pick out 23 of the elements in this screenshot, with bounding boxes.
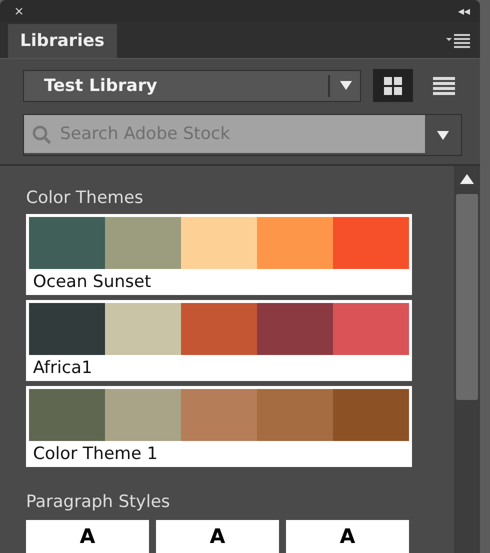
color-theme-card[interactable]: Africa1	[26, 300, 412, 381]
list-view-icon	[433, 76, 456, 96]
theme-name: Ocean Sunset	[32, 271, 152, 294]
theme-name: Color Theme 1	[32, 443, 159, 466]
color-theme-card[interactable]: Ocean Sunset	[26, 214, 412, 295]
panel-tab[interactable]: Libraries	[8, 24, 117, 58]
scroll-up-arrow-icon[interactable]	[460, 174, 474, 184]
caret-icon	[340, 81, 352, 90]
scrollbar-thumb[interactable]	[456, 194, 478, 400]
menu-icon[interactable]	[446, 34, 470, 48]
caret-icon	[437, 130, 449, 140]
section-title: Paragraph Styles	[26, 492, 172, 512]
collapse-button[interactable]: ◂◂	[458, 4, 470, 18]
section-title: Color Themes	[26, 188, 144, 208]
paragraph-style-tile[interactable]: A	[26, 520, 149, 553]
grid-view-icon	[382, 76, 403, 96]
library-dropdown[interactable]: Test Library	[23, 70, 362, 102]
close-button[interactable]: ×	[14, 4, 24, 18]
theme-name: Africa1	[32, 357, 94, 380]
grid-view-button[interactable]	[373, 69, 413, 102]
color-theme-card[interactable]: Color Theme 1	[26, 386, 412, 467]
paragraph-style-tile[interactable]: A	[156, 520, 279, 553]
paragraph-style-tile[interactable]: A	[286, 520, 409, 553]
